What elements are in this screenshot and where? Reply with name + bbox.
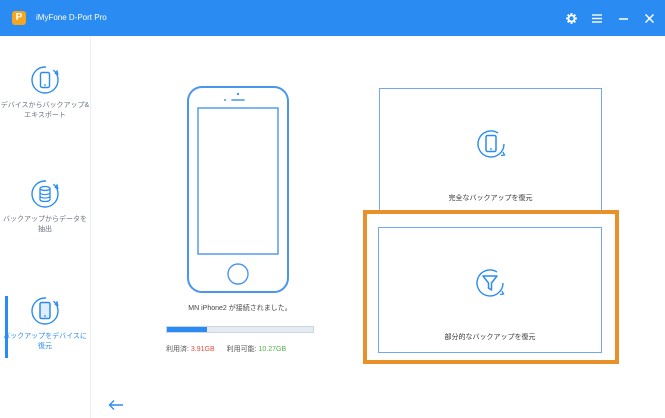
database-sync-icon bbox=[31, 180, 59, 208]
app-logo: P bbox=[12, 11, 26, 25]
storage-info: 利用済: 3.91GB 利用可能: 10.27GB bbox=[166, 344, 286, 354]
available-label: 利用可能: bbox=[226, 346, 257, 353]
partial-restore-card[interactable]: 部分的なバックアップを復元 bbox=[378, 227, 602, 353]
storage-progress-fill bbox=[167, 327, 208, 332]
close-icon[interactable] bbox=[643, 10, 655, 26]
iphone-illustration bbox=[187, 86, 289, 293]
minimize-icon[interactable] bbox=[617, 10, 629, 26]
phone-sync-icon bbox=[31, 66, 59, 94]
storage-progress-bar bbox=[166, 326, 314, 333]
available-value: 10.27GB bbox=[258, 346, 287, 353]
app-title: iMyFone D-Port Pro bbox=[36, 13, 107, 22]
phone-restore-icon bbox=[31, 297, 59, 325]
partial-restore-label: 部分的なバックアップを復元 bbox=[444, 334, 536, 341]
used-label: 利用済: bbox=[166, 346, 189, 353]
phone-restore-icon bbox=[477, 130, 506, 158]
menu-icon[interactable] bbox=[591, 10, 603, 26]
sidebar-item-label: バックアップをデバイスに復元 bbox=[3, 333, 87, 350]
window-controls bbox=[565, 10, 655, 26]
device-connected-text: MN iPhone2 が接続されました。 bbox=[188, 305, 292, 312]
sidebar: デバイスからバックアップ&エキスポート バックアップからデータを抽出 バックアッ… bbox=[0, 36, 91, 418]
sidebar-item-device-backup[interactable]: デバイスからバックアップ&エキスポート bbox=[0, 65, 90, 157]
back-arrow-icon[interactable] bbox=[108, 399, 124, 411]
gear-icon[interactable] bbox=[565, 10, 577, 26]
filter-restore-icon bbox=[476, 269, 505, 297]
title-bar: P iMyFone D-Port Pro bbox=[0, 0, 665, 36]
full-restore-label: 完全なバックアップを復元 bbox=[448, 195, 533, 202]
full-restore-card[interactable]: 完全なバックアップを復元 bbox=[379, 88, 602, 214]
sidebar-item-extract-backup[interactable]: バックアップからデータを抽出 bbox=[0, 179, 90, 271]
sidebar-item-label: デバイスからバックアップ&エキスポート bbox=[0, 102, 90, 119]
used-value: 3.91GB bbox=[190, 346, 215, 353]
sidebar-item-restore-to-device[interactable]: バックアップをデバイスに復元 bbox=[0, 296, 90, 388]
sidebar-item-label: バックアップからデータを抽出 bbox=[3, 216, 87, 233]
